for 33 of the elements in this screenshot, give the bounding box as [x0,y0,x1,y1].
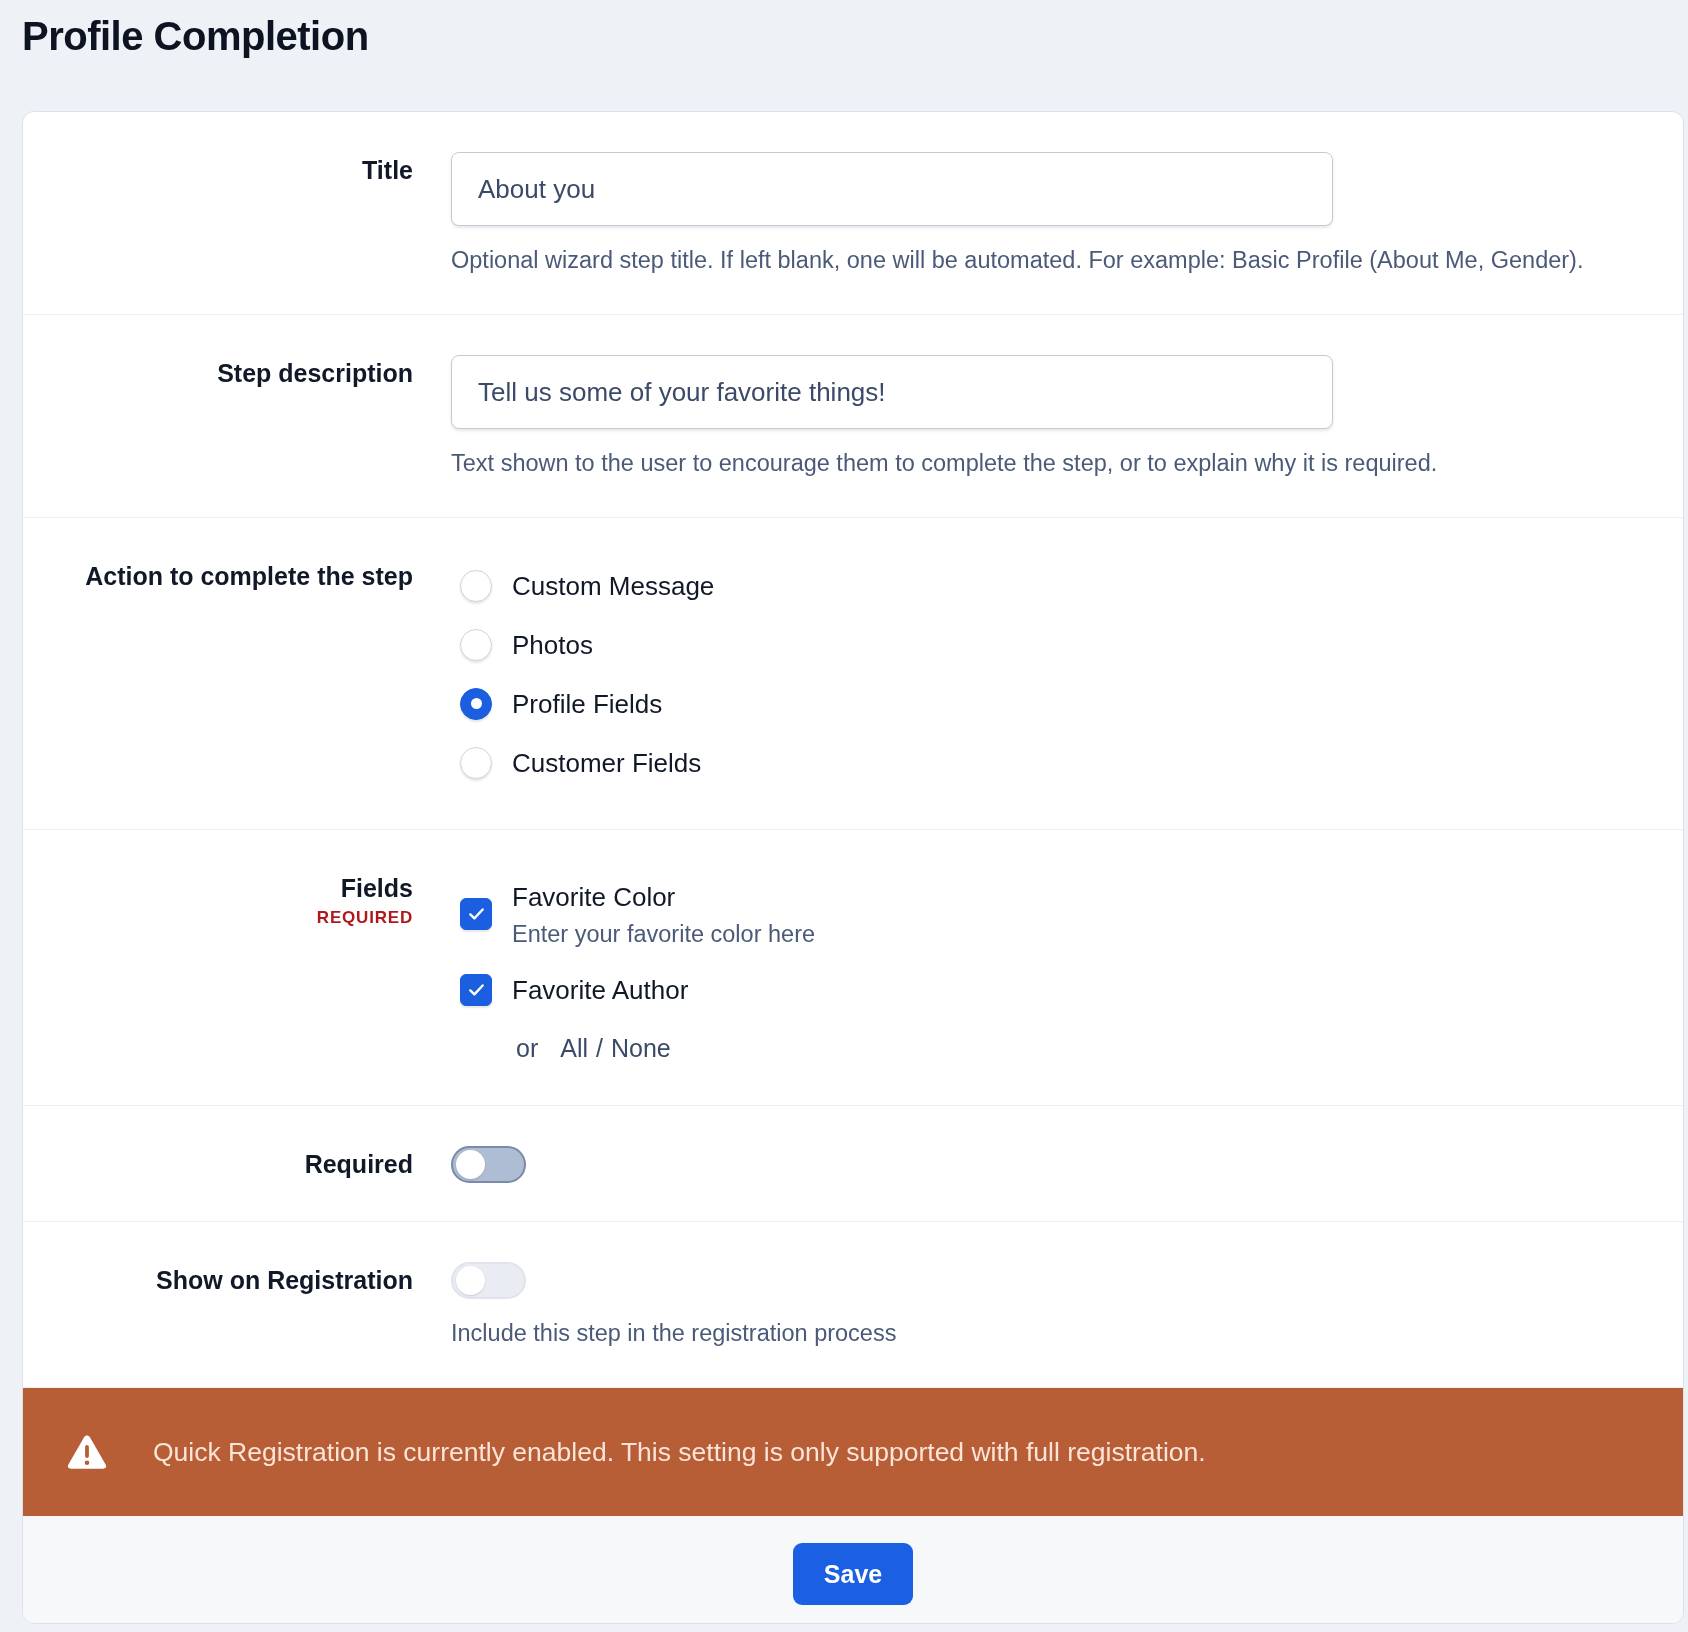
checkbox-label[interactable]: Favorite Color [512,880,816,914]
checkbox[interactable] [460,974,492,1006]
field-label: Show on Registration [156,1265,413,1296]
help-text: Optional wizard step title. If left blank, one will be automated. For example: Basic Profile (About Me, Gender). [451,246,1585,275]
radio-button[interactable] [460,687,492,720]
required-tag: REQUIRED [316,908,413,928]
checkbox[interactable] [460,898,492,930]
radio-label[interactable]: Photos [512,627,593,662]
radio-label[interactable]: Customer Fields [512,745,702,780]
field-label: Required [304,1149,413,1180]
field-label: Title [362,155,413,186]
alert-message: Quick Registration is currently enabled. This setting is only supported with full registration. [153,1436,1206,1468]
toggle-switch[interactable] [451,1146,526,1183]
select-all-link[interactable]: All [560,1031,589,1065]
or-text: or [516,1033,539,1064]
checkmark-icon [468,908,484,920]
field-label: Fields [340,873,413,904]
checkbox-label[interactable]: Favorite Author [512,973,689,1007]
help-text: Include this step in the registration process [451,1319,898,1348]
help-text: Text shown to the user to encourage them to complete the step, or to explain why it is required. [451,449,1439,478]
field-label: Step description [217,358,413,389]
text-input[interactable]: Tell us some of your favorite things! [451,355,1333,429]
page-title: Profile Completion [22,13,369,60]
field-description: Enter your favorite color here [512,920,816,949]
field-label: Action to complete the step [85,561,413,592]
radio-label[interactable]: Profile Fields [512,686,663,721]
checkmark-icon [468,984,484,996]
radio-label[interactable]: Custom Message [512,568,715,603]
warning-icon [67,1434,107,1470]
text-input[interactable]: About you [451,152,1333,226]
link-separator: / [596,1033,603,1064]
select-none-link[interactable]: None [611,1031,671,1065]
save-button[interactable]: Save [793,1543,913,1605]
